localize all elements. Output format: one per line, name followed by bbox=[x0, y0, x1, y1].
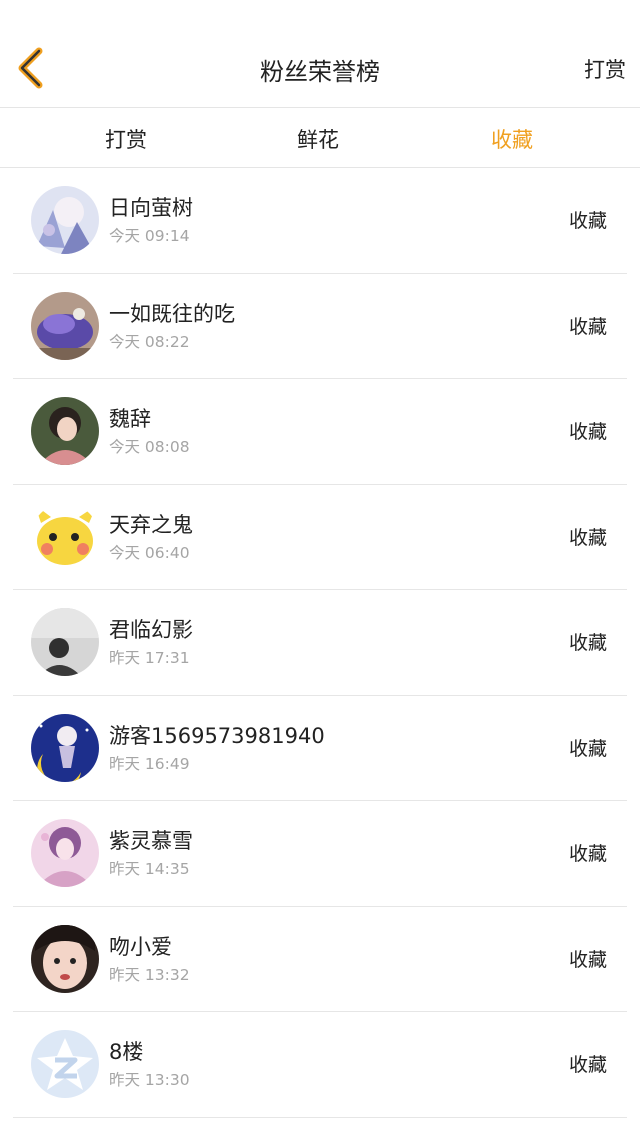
tab-flowers[interactable]: 鲜花 bbox=[297, 124, 339, 154]
action-label: 收藏 bbox=[568, 843, 607, 865]
tab-bar: 打赏 鲜花 收藏 bbox=[0, 108, 640, 168]
timestamp: 昨天 13:30 bbox=[109, 1071, 190, 1089]
user-name: 日向萤树 bbox=[109, 196, 193, 220]
avatar bbox=[31, 291, 99, 360]
tab-reward[interactable]: 打赏 bbox=[105, 124, 147, 154]
timestamp: 昨天 13:32 bbox=[109, 965, 190, 984]
fan-list: 日向萤树 今天 09:14 收藏 一如既往的吃 今天 08:22 收藏 魏辞 今… bbox=[0, 168, 640, 1118]
timestamp: 今天 09:14 bbox=[109, 227, 190, 245]
timestamp: 昨天 17:31 bbox=[109, 649, 190, 667]
tab-favorites[interactable]: 收藏 bbox=[491, 124, 533, 154]
list-item[interactable]: 8楼 昨天 13:30 收藏 bbox=[13, 1012, 627, 1118]
avatar bbox=[31, 397, 99, 465]
user-name: 天弃之鬼 bbox=[109, 512, 193, 537]
list-item[interactable]: 吻小爱 昨天 13:32 收藏 bbox=[13, 907, 627, 1012]
list-item[interactable]: 一如既往的吃 今天 08:22 收藏 bbox=[13, 274, 627, 379]
action-label: 收藏 bbox=[568, 210, 607, 232]
timestamp: 昨天 16:49 bbox=[109, 754, 190, 773]
list-item[interactable]: 日向萤树 今天 09:14 收藏 bbox=[13, 168, 627, 274]
list-item[interactable]: 游客1569573981940 昨天 16:49 收藏 bbox=[13, 696, 627, 801]
action-label: 收藏 bbox=[568, 526, 607, 549]
avatar bbox=[31, 502, 99, 571]
avatar bbox=[31, 924, 99, 993]
avatar bbox=[31, 186, 99, 254]
avatar bbox=[31, 819, 99, 887]
action-label: 收藏 bbox=[568, 421, 607, 443]
timestamp: 今天 08:08 bbox=[109, 438, 190, 456]
user-name: 8楼 bbox=[109, 1040, 144, 1064]
user-name: 游客1569573981940 bbox=[109, 723, 325, 748]
avatar bbox=[31, 608, 99, 676]
reward-button[interactable]: 打赏 bbox=[584, 54, 626, 84]
user-name: 一如既往的吃 bbox=[109, 301, 235, 326]
header-bar: 粉丝荣誉榜 打赏 bbox=[0, 0, 640, 108]
timestamp: 今天 06:40 bbox=[109, 543, 190, 562]
action-label: 收藏 bbox=[568, 737, 607, 760]
user-name: 紫灵慕雪 bbox=[109, 829, 193, 853]
user-name: 君临幻影 bbox=[109, 618, 193, 642]
timestamp: 今天 08:22 bbox=[109, 332, 190, 351]
list-item[interactable]: 君临幻影 昨天 17:31 收藏 bbox=[13, 590, 627, 696]
avatar bbox=[31, 1030, 99, 1098]
action-label: 收藏 bbox=[568, 1054, 607, 1076]
action-label: 收藏 bbox=[568, 948, 607, 971]
avatar bbox=[31, 713, 99, 782]
action-label: 收藏 bbox=[568, 632, 607, 654]
user-name: 吻小爱 bbox=[109, 934, 172, 959]
page-title: 粉丝荣誉榜 bbox=[260, 58, 380, 86]
user-name: 魏辞 bbox=[109, 407, 151, 431]
list-item[interactable]: 魏辞 今天 08:08 收藏 bbox=[13, 379, 627, 485]
action-label: 收藏 bbox=[568, 315, 607, 338]
list-item[interactable]: 天弃之鬼 今天 06:40 收藏 bbox=[13, 485, 627, 590]
timestamp: 昨天 14:35 bbox=[109, 860, 190, 878]
list-item[interactable]: 紫灵慕雪 昨天 14:35 收藏 bbox=[13, 801, 627, 907]
